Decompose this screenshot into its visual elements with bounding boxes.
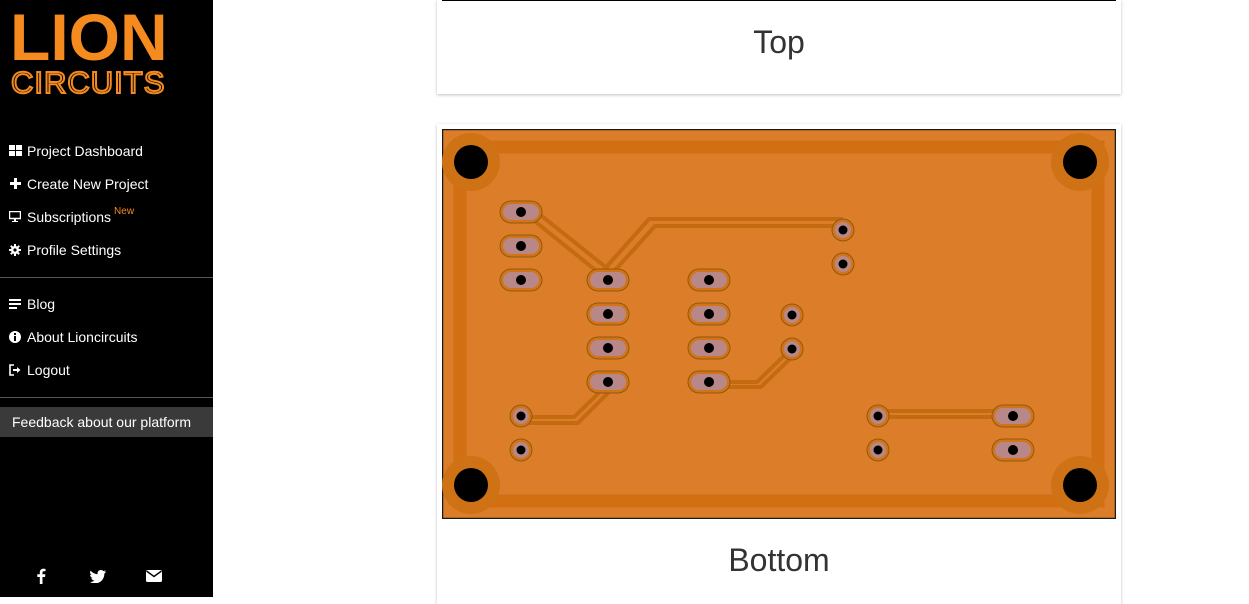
nav-profile-settings[interactable]: Profile Settings bbox=[0, 233, 213, 266]
logout-icon bbox=[8, 363, 22, 377]
new-badge: New bbox=[114, 206, 135, 217]
nav-subscriptions[interactable]: Subscriptions New bbox=[0, 200, 213, 233]
lioncircuits-logo[interactable]: LION CIRCUITS bbox=[10, 2, 194, 98]
nav-divider bbox=[0, 397, 213, 398]
nav-logout[interactable]: Logout bbox=[0, 353, 213, 386]
nav-label: About Lioncircuits bbox=[27, 328, 138, 345]
nav-label: Project Dashboard bbox=[27, 142, 143, 159]
top-view-title: Top bbox=[753, 24, 805, 60]
nav-about-lioncircuits[interactable]: About Lioncircuits bbox=[0, 320, 213, 353]
pcb-bottom-render[interactable] bbox=[442, 129, 1116, 519]
primary-nav: Project Dashboard Create New Project Sub… bbox=[0, 134, 213, 266]
list-icon bbox=[8, 297, 22, 311]
top-view-card: Top bbox=[437, 0, 1121, 94]
sidebar: LION CIRCUITS Project Dashboard Create N… bbox=[0, 0, 213, 597]
bottom-view-title: Bottom bbox=[728, 542, 830, 578]
bottom-view-card: Bottom bbox=[437, 124, 1121, 604]
nav-label: Create New Project bbox=[27, 175, 149, 192]
secondary-nav: Blog About Lioncircuits Logout bbox=[0, 287, 213, 386]
envelope-icon[interactable] bbox=[143, 565, 165, 587]
info-icon bbox=[8, 330, 22, 344]
nav-create-new-project[interactable]: Create New Project bbox=[0, 167, 213, 200]
top-view-image-edge bbox=[442, 0, 1116, 1]
dashboard-icon bbox=[8, 144, 22, 158]
monitor-icon bbox=[8, 210, 22, 224]
svg-text:CIRCUITS: CIRCUITS bbox=[11, 65, 165, 98]
svg-text:LION: LION bbox=[10, 2, 168, 74]
feedback-button[interactable]: Feedback about our platform bbox=[0, 407, 213, 437]
nav-label: Subscriptions bbox=[27, 208, 112, 225]
nav-label: Blog bbox=[27, 295, 56, 312]
gear-icon bbox=[8, 243, 22, 257]
twitter-icon[interactable] bbox=[87, 565, 109, 587]
facebook-icon[interactable] bbox=[30, 565, 52, 587]
plus-icon bbox=[8, 177, 22, 191]
nav-blog[interactable]: Blog bbox=[0, 287, 213, 320]
nav-project-dashboard[interactable]: Project Dashboard bbox=[0, 134, 213, 167]
nav-label: Profile Settings bbox=[27, 241, 122, 258]
nav-divider bbox=[0, 277, 213, 278]
nav-label: Logout bbox=[27, 361, 70, 378]
